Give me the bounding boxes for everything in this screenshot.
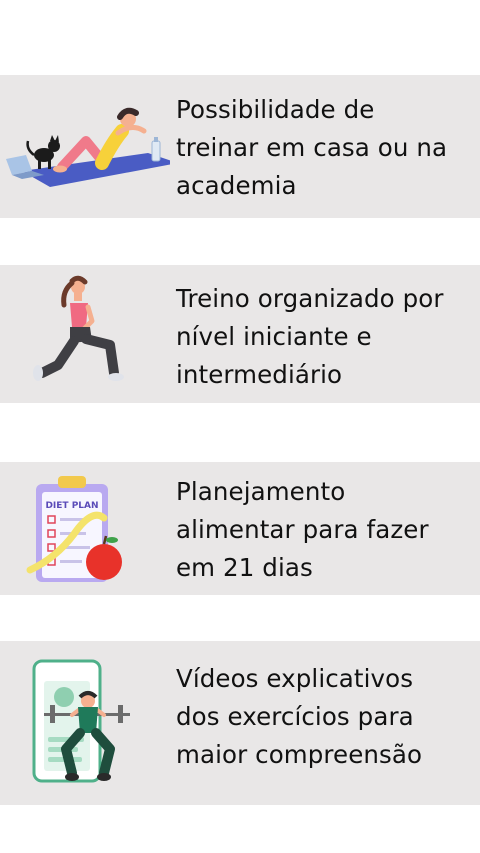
- diet-plan-clipboard-icon: DIET PLAN: [0, 462, 170, 595]
- clipboard-title: DIET PLAN: [45, 501, 98, 511]
- lunge-exercise-icon: [0, 265, 170, 403]
- feature-card-explanatory-videos: Vídeos explicativos dos exercícios para …: [0, 641, 480, 805]
- feature-text-explanatory-videos: Vídeos explicativos dos exercícios para …: [176, 664, 423, 769]
- feature-text-meal-plan: Planejamento alimentar para fazer em 21 …: [176, 477, 429, 582]
- workout-video-phone-icon: [0, 641, 170, 805]
- feature-card-training-levels: Treino organizado por nível iniciante e …: [0, 265, 480, 403]
- feature-text-home-or-gym: Possibilidade de treinar em casa ou na a…: [176, 95, 448, 200]
- feature-card-home-or-gym: Possibilidade de treinar em casa ou na a…: [0, 75, 480, 218]
- feature-card-meal-plan: DIET PLAN Planejamento alimentar para fa…: [0, 462, 480, 595]
- home-workout-situps-icon: [0, 75, 170, 218]
- feature-text-training-levels: Treino organizado por nível iniciante e …: [176, 284, 444, 389]
